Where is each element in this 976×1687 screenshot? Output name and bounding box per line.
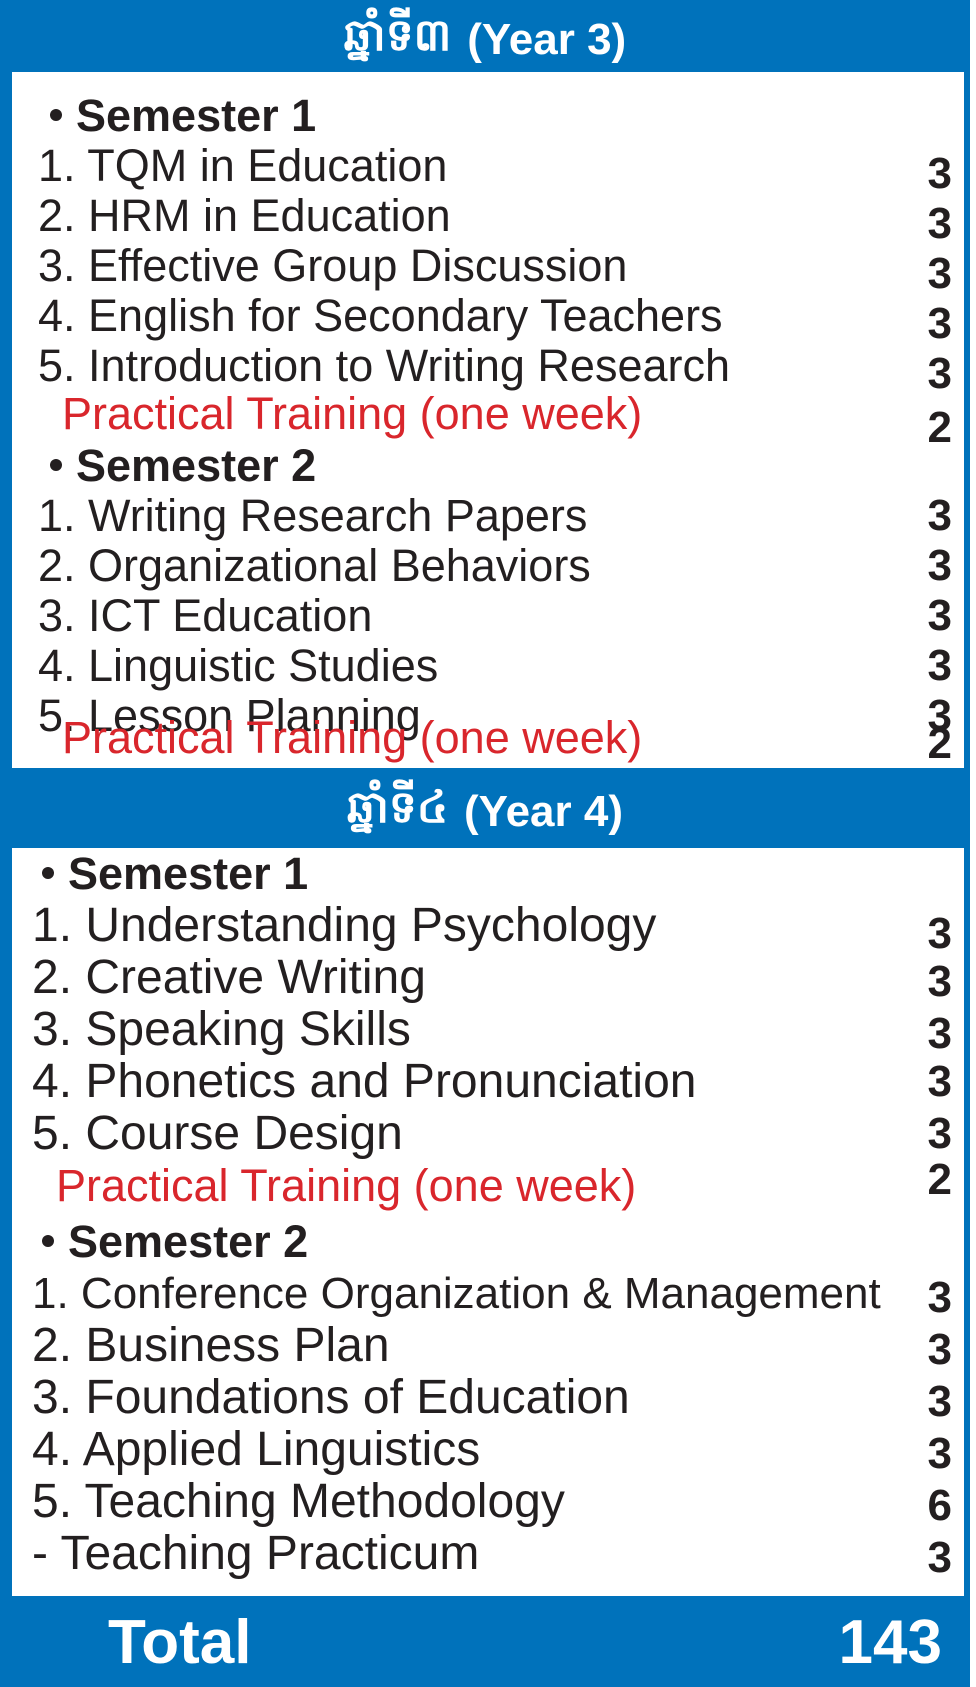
- course-name: 5. Teaching Methodology: [32, 1475, 565, 1528]
- course-row: - Teaching Practicum 3: [12, 1528, 964, 1588]
- course-name: 4. Applied Linguistics: [32, 1423, 481, 1476]
- year4-header: ឆ្នាំទី៤ (Year 4): [0, 772, 970, 852]
- course-name: 3. ICT Education: [38, 590, 373, 641]
- course-row: 1. Understanding Psychology 3: [12, 899, 964, 959]
- course-row: 3. ICT Education 3: [12, 590, 964, 642]
- course-name: 3. Speaking Skills: [32, 1003, 411, 1056]
- course-row: 4. Phonetics and Pronunciation 3: [12, 1056, 964, 1108]
- course-credits: 3: [927, 1377, 952, 1426]
- course-name: 1. Writing Research Papers: [38, 490, 588, 541]
- total-value: 143: [838, 1608, 942, 1677]
- course-credits: 3: [927, 1057, 952, 1106]
- practical-name: Practical Training (one week): [56, 1160, 637, 1211]
- course-row: 5. Course Design 3: [12, 1108, 964, 1160]
- course-credits: 3: [927, 1429, 952, 1478]
- course-name: 1. TQM in Education: [38, 140, 448, 191]
- course-name: 4. Phonetics and Pronunciation: [32, 1055, 697, 1108]
- course-credits: 3: [927, 1009, 952, 1058]
- course-credits: 3: [927, 1109, 952, 1158]
- course-row: 1. TQM in Education 3: [12, 140, 964, 198]
- course-name: 1. Conference Organization & Management: [32, 1269, 881, 1318]
- practical-row: Practical Training (one week) 2: [12, 1155, 964, 1212]
- practical-name: Practical Training (one week): [62, 388, 643, 439]
- course-name: 1. Understanding Psychology: [32, 899, 657, 952]
- semester-title: Semester 1: [76, 90, 317, 141]
- year3-sem2-heading: Semester 2: [12, 440, 964, 492]
- course-row: 2. HRM in Education 3: [12, 190, 964, 248]
- course-row: 4. English for Secondary Teachers 3: [12, 290, 964, 348]
- practical-row: Practical Training (one week) 2: [12, 388, 964, 452]
- course-credits: 3: [927, 641, 952, 690]
- year3-title-en: (Year 3): [467, 15, 627, 64]
- practical-row: Practical Training (one week) 2: [12, 712, 964, 768]
- year3-sem1-heading: Semester 1: [12, 90, 964, 142]
- course-name: 2. Creative Writing: [32, 951, 426, 1004]
- year4-sem2-heading: Semester 2: [12, 1216, 964, 1268]
- curriculum-frame: ឆ្នាំទី៣ (Year 3) Semester 1 1. TQM in E…: [0, 0, 970, 1687]
- course-row: 4. Linguistic Studies 3: [12, 640, 964, 692]
- course-row: 1. Writing Research Papers 3: [12, 490, 964, 542]
- practical-credits: 2: [927, 1155, 952, 1204]
- semester-title: Semester 2: [68, 1216, 309, 1267]
- semester-title: Semester 1: [68, 848, 309, 899]
- bullet-icon: [50, 459, 62, 472]
- year3-title-kh: ឆ្នាំទី៣: [343, 10, 452, 61]
- year4-panel: Semester 1 1. Understanding Psychology 3…: [12, 848, 964, 1596]
- course-credits: 3: [927, 1325, 952, 1374]
- year4-title-kh: ឆ្នាំទី៤: [347, 782, 448, 833]
- course-row: 2. Organizational Behaviors 3: [12, 540, 964, 592]
- semester-title: Semester 2: [76, 440, 317, 491]
- course-row: 4. Applied Linguistics 3: [12, 1423, 964, 1479]
- course-name: 3. Effective Group Discussion: [38, 240, 628, 291]
- practical-name: Practical Training (one week): [62, 712, 643, 763]
- course-name: 5. Introduction to Writing Research: [38, 340, 731, 391]
- course-credits: 3: [927, 491, 952, 540]
- bullet-icon: [42, 1235, 54, 1248]
- year4-sem1-heading: Semester 1: [12, 848, 964, 900]
- course-credits: 3: [927, 1533, 952, 1582]
- course-credits: 3: [927, 1273, 952, 1322]
- course-row: 1. Conference Organization & Management …: [12, 1268, 964, 1322]
- course-row: 2. Business Plan 3: [12, 1319, 964, 1375]
- course-row: 3. Foundations of Education 3: [12, 1371, 964, 1427]
- year3-panel: Semester 1 1. TQM in Education 3 2. HRM …: [12, 72, 964, 768]
- course-row: 5. Introduction to Writing Research 3: [12, 340, 964, 398]
- course-credits: 3: [927, 541, 952, 590]
- course-name: 2. HRM in Education: [38, 190, 451, 241]
- course-credits: 3: [927, 591, 952, 640]
- year3-header: ឆ្នាំទី៣ (Year 3): [0, 0, 970, 80]
- course-name: - Teaching Practicum: [32, 1527, 480, 1580]
- course-name: 2. Organizational Behaviors: [38, 540, 591, 591]
- course-credits: 3: [927, 957, 952, 1006]
- course-row: 2. Creative Writing 3: [12, 951, 964, 1007]
- course-name: 3. Foundations of Education: [32, 1371, 630, 1424]
- practical-credits: 2: [927, 719, 952, 768]
- course-name: 4. English for Secondary Teachers: [38, 290, 723, 341]
- course-row: 5. Teaching Methodology 6: [12, 1475, 964, 1531]
- total-bar: Total 143: [0, 1596, 970, 1687]
- course-name: 5. Course Design: [32, 1107, 403, 1160]
- year4-title-en: (Year 4): [464, 787, 623, 836]
- course-row: 3. Effective Group Discussion 3: [12, 240, 964, 298]
- total-label: Total: [108, 1608, 252, 1677]
- course-name: 4. Linguistic Studies: [38, 640, 439, 691]
- bullet-icon: [42, 867, 54, 880]
- bullet-icon: [50, 109, 62, 122]
- course-name: 2. Business Plan: [32, 1319, 390, 1372]
- course-credits: 6: [927, 1481, 952, 1530]
- course-row: 3. Speaking Skills 3: [12, 1003, 964, 1059]
